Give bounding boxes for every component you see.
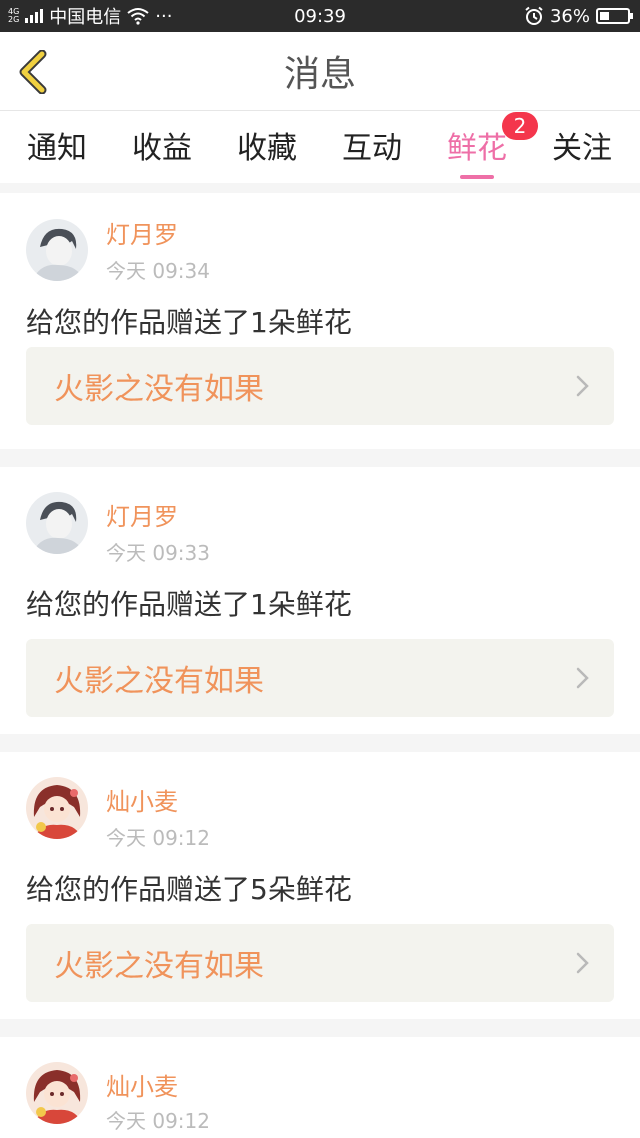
message-time: 今天 09:33 xyxy=(106,541,210,565)
tab-earnings[interactable]: 收益 xyxy=(131,123,193,173)
work-title: 火影之没有如果 xyxy=(54,949,264,984)
battery-percent: 36% xyxy=(549,5,590,27)
tab-bar: 通知 收益 收藏 互动 鲜花 2 关注 xyxy=(0,111,640,183)
unread-badge: 2 xyxy=(502,112,538,140)
avatar[interactable] xyxy=(26,492,88,554)
sender-name[interactable]: 灿小麦 xyxy=(106,782,178,817)
anime-girl-avatar-icon xyxy=(26,1062,88,1124)
tab-notifications[interactable]: 通知 xyxy=(26,123,88,173)
battery-icon xyxy=(596,8,633,24)
tab-label: 鲜花 xyxy=(447,131,507,166)
header: 消息 xyxy=(0,32,640,111)
message-time: 今天 09:34 xyxy=(106,259,210,283)
message-time: 今天 09:12 xyxy=(106,826,210,850)
avatar[interactable] xyxy=(26,1062,88,1124)
tab-label: 收藏 xyxy=(237,131,297,166)
tab-favorites[interactable]: 收藏 xyxy=(236,123,298,173)
tab-label: 收益 xyxy=(132,131,192,166)
tab-flowers[interactable]: 鲜花 2 xyxy=(446,112,538,179)
work-link[interactable]: 火影之没有如果 xyxy=(26,639,614,717)
work-link[interactable]: 火影之没有如果 xyxy=(26,924,614,1002)
sender-name[interactable]: 灯月罗 xyxy=(106,497,178,532)
status-bar: 4G 2G 中国电信 ··· 09:39 36% xyxy=(0,0,640,32)
page-title: 消息 xyxy=(283,54,356,95)
sketch-person-avatar-icon xyxy=(26,219,88,281)
avatar[interactable] xyxy=(26,219,88,281)
battery-level-fill xyxy=(600,12,610,20)
message-card: 灿小麦 今天 09:12 给您的作品赠送了5朵鲜花 火影之没有如果 xyxy=(0,752,640,1019)
active-tab-indicator xyxy=(460,175,494,179)
message-text: 给您的作品赠送了1朵鲜花 xyxy=(26,306,352,339)
message-time: 今天 09:12 xyxy=(106,1109,210,1133)
status-right: 36% xyxy=(524,0,633,32)
work-title: 火影之没有如果 xyxy=(54,372,264,407)
tab-interactions[interactable]: 互动 xyxy=(341,123,403,173)
anime-girl-avatar-icon xyxy=(26,777,88,839)
avatar[interactable] xyxy=(26,777,88,839)
alarm-icon xyxy=(525,6,543,25)
message-card: 灯月罗 今天 09:33 给您的作品赠送了1朵鲜花 火影之没有如果 xyxy=(0,467,640,734)
tab-label: 互动 xyxy=(342,131,402,166)
tab-label: 通知 xyxy=(27,131,87,166)
tab-following[interactable]: 关注 xyxy=(551,123,613,173)
message-text: 给您的作品赠送了5朵鲜花 xyxy=(26,873,352,906)
message-card: 灯月罗 今天 09:34 给您的作品赠送了1朵鲜花 火影之没有如果 xyxy=(0,193,640,449)
sketch-person-avatar-icon xyxy=(26,492,88,554)
sender-name[interactable]: 灯月罗 xyxy=(106,215,178,250)
chevron-right-icon xyxy=(576,375,589,397)
work-link[interactable]: 火影之没有如果 xyxy=(26,347,614,425)
work-title: 火影之没有如果 xyxy=(54,664,264,699)
message-text: 给您的作品赠送了1朵鲜花 xyxy=(26,588,352,621)
message-card: 灿小麦 今天 09:12 xyxy=(0,1037,640,1138)
chevron-right-icon xyxy=(576,952,589,974)
tab-label: 关注 xyxy=(552,131,612,166)
chevron-right-icon xyxy=(576,667,589,689)
sender-name[interactable]: 灿小麦 xyxy=(106,1067,178,1102)
